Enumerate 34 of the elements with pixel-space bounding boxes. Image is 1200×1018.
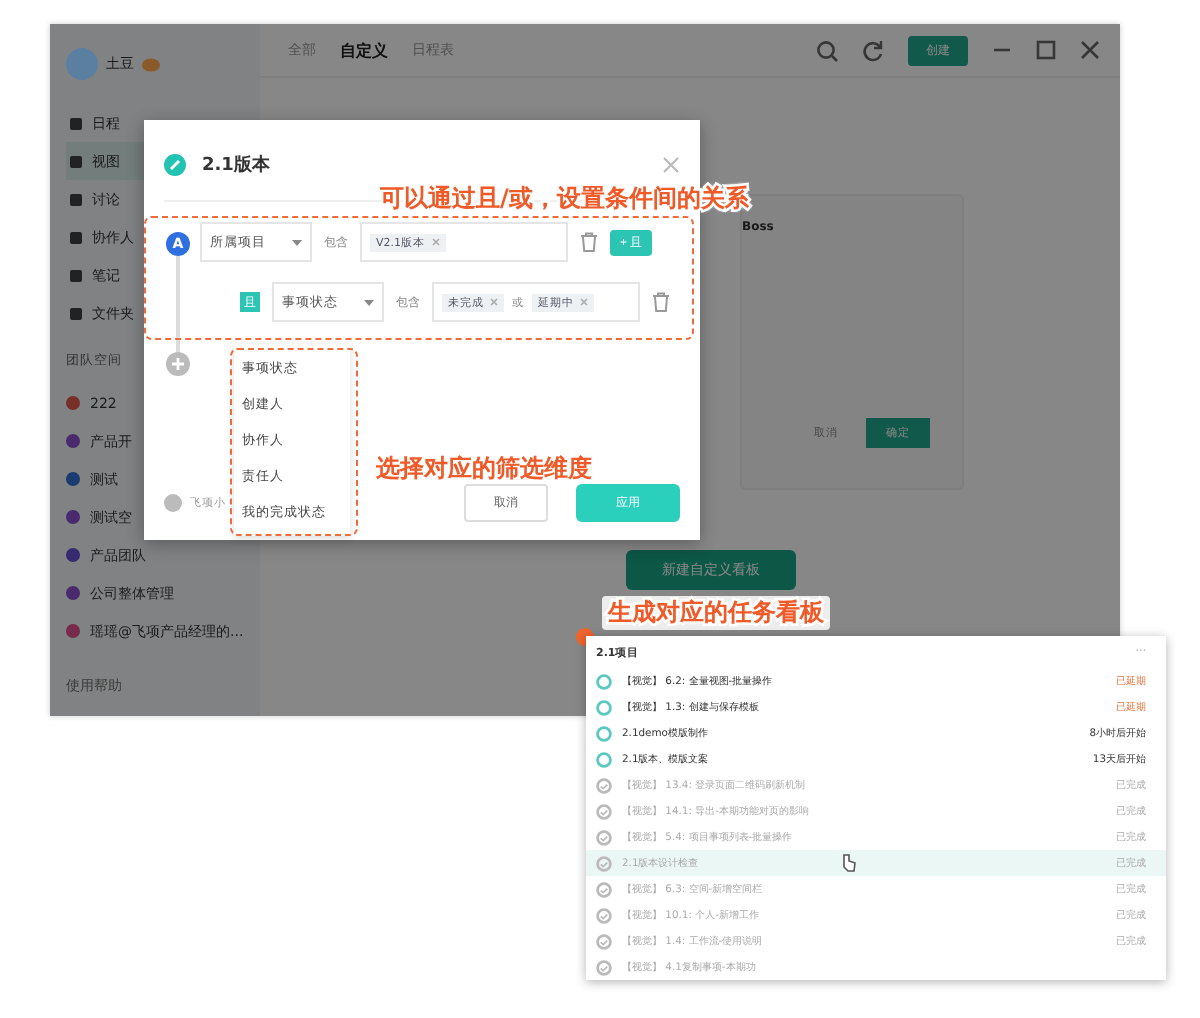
circle-icon[interactable]	[596, 699, 612, 715]
potato-icon	[142, 57, 160, 71]
trash-icon[interactable]	[580, 232, 598, 252]
trash-icon[interactable]	[652, 292, 670, 312]
done-circle-icon[interactable]	[596, 933, 612, 949]
done-circle-icon[interactable]	[596, 829, 612, 845]
edit-icon	[164, 153, 186, 175]
remove-icon[interactable]	[431, 238, 440, 246]
refresh-icon[interactable]	[862, 39, 884, 61]
done-circle-icon[interactable]	[596, 907, 612, 923]
close-icon[interactable]	[662, 155, 680, 173]
circle-icon[interactable]	[596, 673, 612, 689]
dialog-title: 2.1版本	[202, 152, 270, 177]
remove-icon[interactable]	[490, 298, 498, 306]
caret-icon	[364, 299, 374, 305]
caret-icon	[292, 239, 302, 245]
tab[interactable]: 自定义	[340, 39, 388, 61]
search-icon[interactable]	[816, 39, 838, 61]
remove-icon[interactable]	[580, 298, 588, 306]
done-circle-icon[interactable]	[596, 881, 612, 897]
done-circle-icon[interactable]	[596, 777, 612, 793]
circle-icon[interactable]	[596, 751, 612, 767]
maximize-icon[interactable]	[1036, 40, 1056, 60]
close-icon[interactable]	[1080, 40, 1100, 60]
annotation: 生成对应的任务看板	[602, 596, 830, 630]
circle-icon[interactable]	[596, 725, 612, 741]
done-circle-icon[interactable]	[596, 959, 612, 975]
info-icon	[164, 493, 182, 511]
add-icon[interactable]	[166, 352, 190, 376]
done-circle-icon[interactable]	[596, 855, 612, 871]
annotation: 选择对应的筛选维度	[376, 452, 592, 486]
avatar[interactable]	[66, 48, 98, 80]
done-circle-icon[interactable]	[596, 803, 612, 819]
cursor-icon	[840, 854, 856, 872]
